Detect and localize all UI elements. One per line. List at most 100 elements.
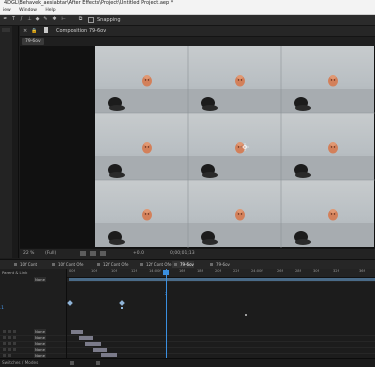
lock-icon[interactable]: 🔒 bbox=[31, 28, 37, 34]
keyframe-small[interactable] bbox=[245, 314, 247, 316]
pin-icon[interactable]: ⊢ bbox=[61, 17, 66, 22]
mask-toggle-icon[interactable] bbox=[90, 251, 96, 256]
comp-tab-active[interactable]: 79-6ov bbox=[172, 261, 194, 268]
snapping-toggle-icon[interactable]: ⧉ bbox=[78, 17, 83, 22]
audio-icon[interactable] bbox=[8, 336, 11, 339]
eraser-icon[interactable]: ◆ bbox=[35, 17, 40, 22]
puppet-pin-icon[interactable]: ✱ bbox=[52, 17, 57, 22]
frame-grid bbox=[95, 46, 375, 248]
resolution-dropdown[interactable]: (Full) bbox=[45, 251, 56, 256]
menu-item-view[interactable]: iew bbox=[3, 8, 11, 13]
comp-tab[interactable]: 10f Cont bbox=[12, 261, 37, 268]
composition-viewer[interactable] bbox=[20, 46, 375, 248]
ruler-tick: 24:00f bbox=[251, 269, 263, 273]
layer-duration-bar[interactable] bbox=[93, 348, 107, 352]
layer-duration-bar[interactable] bbox=[101, 353, 117, 357]
ruler-tick: 22f bbox=[233, 269, 239, 273]
snapping-label: Snapping bbox=[97, 17, 121, 23]
visibility-icon[interactable] bbox=[3, 330, 6, 333]
ruler-tick: 10f bbox=[91, 269, 97, 273]
audio-icon[interactable] bbox=[8, 354, 11, 357]
exposure-value[interactable]: +0.0 bbox=[133, 251, 144, 256]
effects-panel bbox=[12, 26, 19, 258]
frame-cell bbox=[95, 113, 188, 180]
parent-dropdown[interactable]: None bbox=[34, 277, 46, 282]
frame-cell bbox=[95, 46, 188, 113]
visibility-icon[interactable] bbox=[3, 336, 6, 339]
frame-cell bbox=[281, 180, 374, 247]
solo-icon[interactable] bbox=[13, 348, 16, 351]
frame-cell bbox=[188, 113, 281, 180]
type-tool-icon[interactable]: T bbox=[11, 17, 16, 22]
snapping-option[interactable]: Snapping bbox=[88, 16, 121, 24]
layer-mode-dropdown[interactable]: None bbox=[34, 347, 46, 352]
roto-brush-icon[interactable]: ✎ bbox=[43, 17, 48, 22]
solo-icon[interactable] bbox=[13, 330, 16, 333]
comp-tab-label: 79-6ov bbox=[216, 262, 230, 267]
playhead-handle[interactable] bbox=[163, 270, 169, 275]
keyframe[interactable] bbox=[67, 300, 73, 306]
grid-toggle-icon[interactable] bbox=[80, 251, 86, 256]
brush-tool-icon[interactable]: / bbox=[19, 17, 24, 22]
zoom-dropdown[interactable]: 22 % bbox=[23, 251, 34, 256]
audio-icon[interactable] bbox=[8, 348, 11, 351]
composition-icon bbox=[44, 27, 48, 33]
audio-icon[interactable] bbox=[8, 342, 11, 345]
visibility-icon[interactable] bbox=[3, 348, 6, 351]
ruler-tick: 14:00f bbox=[149, 269, 161, 273]
layer-duration-bar[interactable] bbox=[79, 336, 93, 340]
clone-stamp-icon[interactable]: ⊥ bbox=[27, 17, 32, 22]
project-panel-tab[interactable] bbox=[2, 28, 10, 32]
viewer-timecode[interactable]: 0;00;01;13 bbox=[170, 251, 195, 256]
pen-tool-icon[interactable]: ✒ bbox=[3, 17, 8, 22]
comp-tab[interactable]: 79-6ov bbox=[208, 261, 230, 268]
composition-tab-strip: 79-6ov bbox=[20, 37, 375, 46]
time-ruler[interactable]: 00f 10f 10f 12f 14:00f 16f 18f 20f 22f 2… bbox=[67, 269, 375, 278]
frame-cell bbox=[281, 113, 374, 180]
close-icon[interactable]: × bbox=[23, 28, 27, 34]
ruler-tick: 18f bbox=[197, 269, 203, 273]
layer-mode-dropdown[interactable]: None bbox=[34, 329, 46, 334]
keyframe-small[interactable] bbox=[121, 307, 123, 309]
keyframe[interactable] bbox=[119, 300, 125, 306]
comp-tab-label: 12f Cont Ofe bbox=[146, 262, 172, 267]
comp-tab-label: 12f Cont Ofe bbox=[103, 262, 129, 267]
audio-icon[interactable] bbox=[8, 330, 11, 333]
menu-bar: iew Window Help bbox=[0, 7, 375, 15]
composition-panel-header: × 🔒 Composition 79-6ov bbox=[20, 26, 375, 37]
visibility-icon[interactable] bbox=[3, 354, 6, 357]
ruler-tick: 36f bbox=[359, 269, 365, 273]
channel-icon[interactable] bbox=[100, 251, 106, 256]
zoom-out-icon[interactable] bbox=[70, 361, 74, 365]
frame-cell bbox=[95, 180, 188, 247]
composition-title: Composition 79-6ov bbox=[56, 28, 107, 34]
layer-duration-bar[interactable] bbox=[71, 330, 83, 334]
frame-cell bbox=[188, 46, 281, 113]
layer-duration-bar[interactable] bbox=[85, 342, 101, 346]
menu-item-window[interactable]: Window bbox=[19, 8, 37, 13]
comp-tab-label: 10f Cont bbox=[20, 262, 38, 267]
switches-modes-toggle[interactable]: Switches / Modes bbox=[2, 360, 38, 365]
solo-icon[interactable] bbox=[13, 342, 16, 345]
comp-tab[interactable]: 12f Cont Ofe bbox=[138, 261, 171, 268]
layer-mode-dropdown[interactable]: None bbox=[34, 341, 46, 346]
timeline-tracks[interactable]: 00f 10f 10f 12f 14:00f 16f 18f 20f 22f 2… bbox=[67, 269, 375, 359]
zoom-in-icon[interactable] bbox=[96, 361, 100, 365]
playhead[interactable] bbox=[166, 269, 167, 358]
solo-icon[interactable] bbox=[13, 336, 16, 339]
ruler-tick: 12f bbox=[131, 269, 137, 273]
layer-mode-dropdown[interactable]: None bbox=[34, 335, 46, 340]
comp-tab-label: 10f Cont Ofe bbox=[58, 262, 84, 267]
ruler-tick: 00f bbox=[69, 269, 75, 273]
visibility-icon[interactable] bbox=[3, 342, 6, 345]
ruler-tick: 20f bbox=[215, 269, 221, 273]
comp-tab[interactable]: 10f Cont Ofe bbox=[50, 261, 83, 268]
ruler-tick: 10f bbox=[111, 269, 117, 273]
ruler-tick: 26f bbox=[277, 269, 283, 273]
comp-tab[interactable]: 12f Cont Ofe bbox=[95, 261, 128, 268]
ruler-tick: 30f bbox=[313, 269, 319, 273]
menu-item-help[interactable]: Help bbox=[45, 8, 55, 13]
work-area-bar[interactable] bbox=[69, 278, 375, 281]
tools-toolbar: ✒ T / ⊥ ◆ ✎ ✱ ⊢ ⧉ Snapping bbox=[0, 15, 375, 26]
composition-chip[interactable]: 79-6ov bbox=[22, 38, 44, 45]
